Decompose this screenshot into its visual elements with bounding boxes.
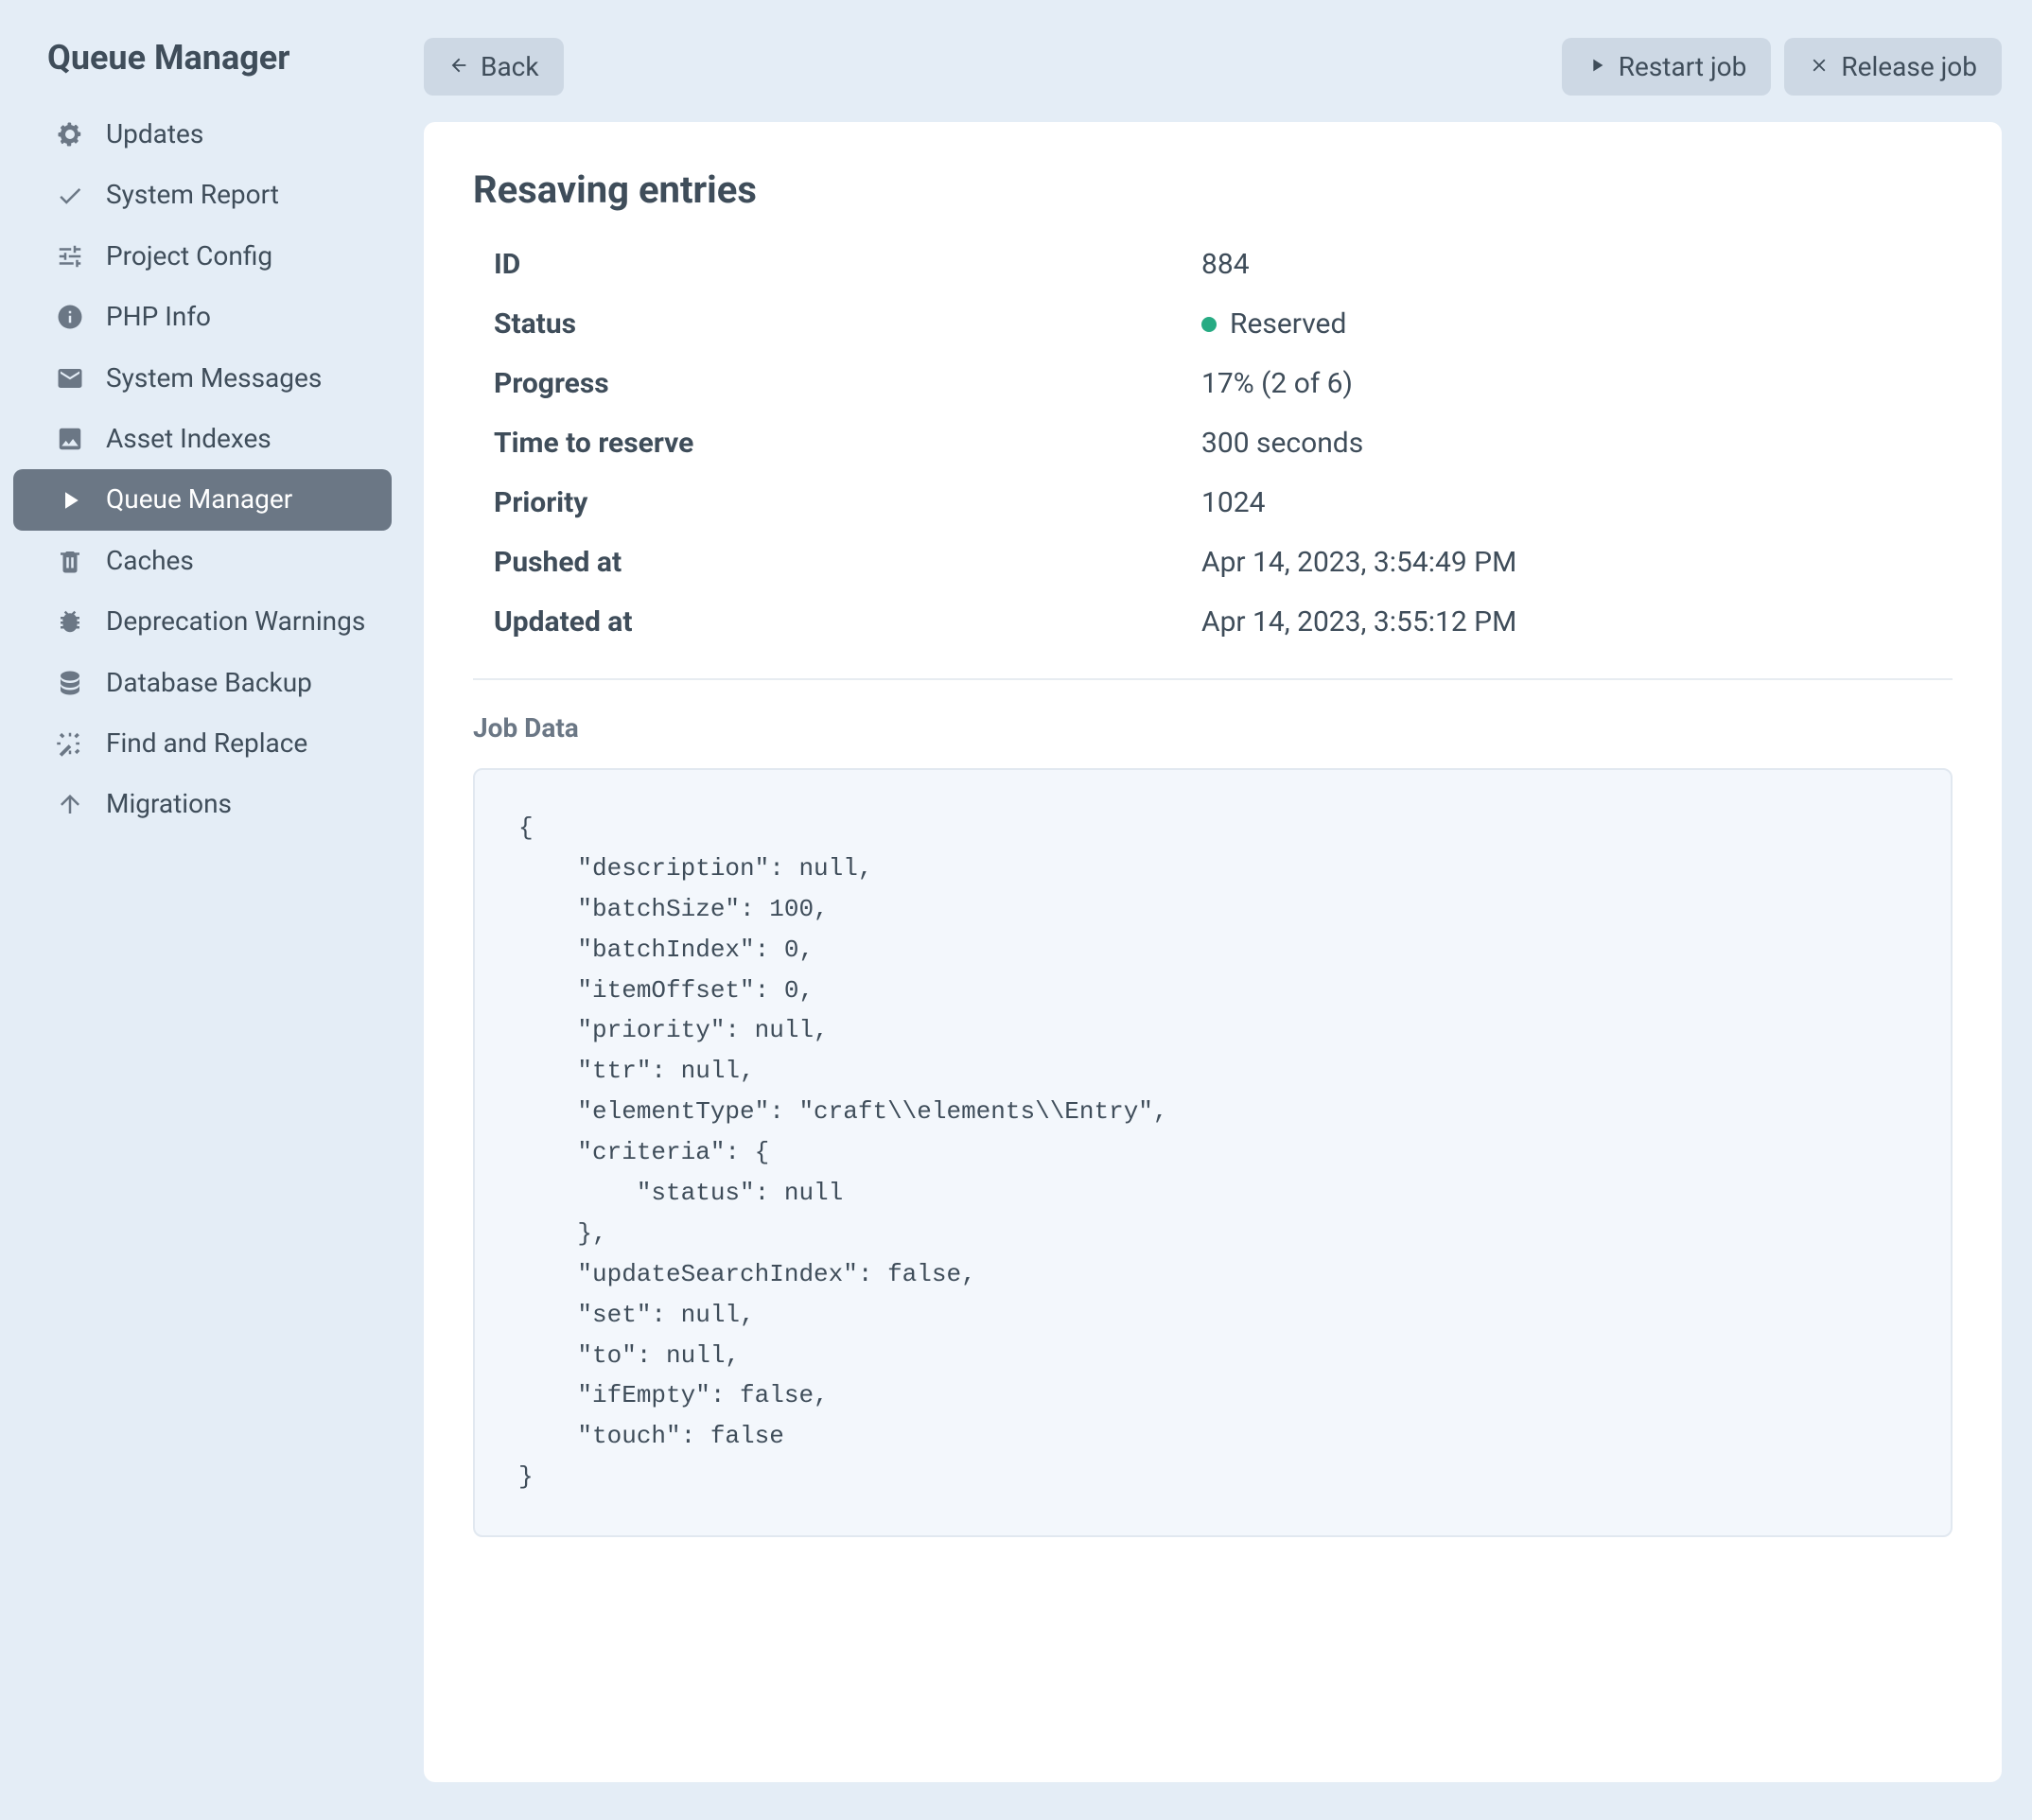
sidebar-item-migrations[interactable]: Migrations (13, 774, 392, 834)
sidebar: Queue Manager Updates System Report Projec… (0, 0, 405, 1820)
sidebar-item-label: System Report (106, 178, 279, 212)
sidebar-item-label: PHP Info (106, 300, 211, 334)
trash-icon (55, 546, 85, 576)
details-value: 884 (1201, 248, 1953, 281)
nav-list: Updates System Report Project Config PHP In… (13, 104, 392, 835)
sidebar-item-asset-indexes[interactable]: Asset Indexes (13, 409, 392, 469)
details-value: Apr 14, 2023, 3:55:12 PM (1201, 605, 1953, 639)
details-value-text: Reserved (1230, 307, 1346, 341)
sidebar-item-caches[interactable]: Caches (13, 531, 392, 591)
details-label: Pushed at (473, 546, 1201, 579)
details-value-text: 300 seconds (1201, 427, 1363, 460)
divider (473, 678, 1953, 680)
content-card: Resaving entries ID884StatusReservedProg… (424, 122, 2002, 1782)
sidebar-item-system-messages[interactable]: System Messages (13, 348, 392, 409)
details-value: Reserved (1201, 307, 1953, 341)
back-button[interactable]: Back (424, 38, 564, 96)
info-icon (55, 302, 85, 332)
sidebar-item-label: Updates (106, 117, 203, 151)
details-value-text: 17% (2 of 6) (1201, 367, 1353, 400)
details-value-text: 884 (1201, 248, 1250, 281)
sidebar-item-project-config[interactable]: Project Config (13, 226, 392, 287)
play-icon (55, 485, 85, 516)
envelope-icon (55, 363, 85, 394)
sidebar-item-label: Find and Replace (106, 726, 307, 761)
arrow-left-icon (448, 51, 469, 82)
sidebar-item-label: Asset Indexes (106, 422, 272, 456)
details-value-text: 1024 (1201, 486, 1265, 519)
sidebar-item-label: System Messages (106, 361, 322, 395)
sidebar-title: Queue Manager (13, 38, 392, 104)
sidebar-item-label: Database Backup (106, 666, 312, 700)
release-job-label: Release job (1841, 51, 1977, 82)
details-value: 1024 (1201, 486, 1953, 519)
sidebar-item-deprecation-warnings[interactable]: Deprecation Warnings (13, 591, 392, 652)
bug-icon (55, 606, 85, 637)
job-data-code: { "description": null, "batchSize": 100,… (473, 768, 1953, 1537)
back-button-label: Back (481, 51, 539, 82)
sidebar-item-label: Queue Manager (106, 482, 292, 516)
play-icon (1586, 51, 1607, 82)
details-value: 300 seconds (1201, 427, 1953, 460)
details-label: Updated at (473, 605, 1201, 639)
release-job-button[interactable]: Release job (1784, 38, 2002, 96)
details-label: ID (473, 248, 1201, 281)
gear-icon (55, 119, 85, 149)
sidebar-item-database-backup[interactable]: Database Backup (13, 653, 392, 713)
details-label: Time to reserve (473, 427, 1201, 460)
details-row: Progress17% (2 of 6) (473, 354, 1953, 413)
main: Back Restart job Release job (405, 0, 2032, 1820)
details-label: Priority (473, 486, 1201, 519)
arrow-up-icon (55, 789, 85, 819)
details-row: Pushed atApr 14, 2023, 3:54:49 PM (473, 533, 1953, 592)
status-dot-icon (1201, 317, 1217, 332)
sidebar-item-php-info[interactable]: PHP Info (13, 287, 392, 347)
sidebar-item-label: Deprecation Warnings (106, 604, 365, 639)
sidebar-item-updates[interactable]: Updates (13, 104, 392, 165)
close-icon (1809, 51, 1830, 82)
sidebar-item-label: Project Config (106, 239, 272, 273)
page-title: Resaving entries (473, 167, 1953, 212)
job-data-heading: Job Data (473, 712, 1953, 744)
details-row: Priority1024 (473, 473, 1953, 533)
sidebar-item-label: Caches (106, 544, 194, 578)
details-value: 17% (2 of 6) (1201, 367, 1953, 400)
sidebar-item-queue-manager[interactable]: Queue Manager (13, 469, 392, 530)
details-value: Apr 14, 2023, 3:54:49 PM (1201, 546, 1953, 579)
details-row: Updated atApr 14, 2023, 3:55:12 PM (473, 592, 1953, 652)
details-label: Progress (473, 367, 1201, 400)
restart-job-button[interactable]: Restart job (1562, 38, 1772, 96)
details-row: Time to reserve300 seconds (473, 413, 1953, 473)
database-icon (55, 668, 85, 698)
details-row: Status Reserved (473, 294, 1953, 354)
details-value-text: Apr 14, 2023, 3:55:12 PM (1201, 605, 1516, 639)
details-label: Status (473, 307, 1201, 341)
sliders-icon (55, 241, 85, 271)
details-value-text: Apr 14, 2023, 3:54:49 PM (1201, 546, 1516, 579)
restart-job-label: Restart job (1619, 51, 1747, 82)
sidebar-item-system-report[interactable]: System Report (13, 165, 392, 225)
check-icon (55, 181, 85, 211)
wand-icon (55, 728, 85, 759)
image-icon (55, 424, 85, 454)
toolbar: Back Restart job Release job (424, 38, 2002, 96)
sidebar-item-label: Migrations (106, 787, 232, 821)
sidebar-item-find-and-replace[interactable]: Find and Replace (13, 713, 392, 774)
details-row: ID884 (473, 235, 1953, 294)
details-table: ID884StatusReservedProgress17% (2 of 6)T… (473, 235, 1953, 652)
